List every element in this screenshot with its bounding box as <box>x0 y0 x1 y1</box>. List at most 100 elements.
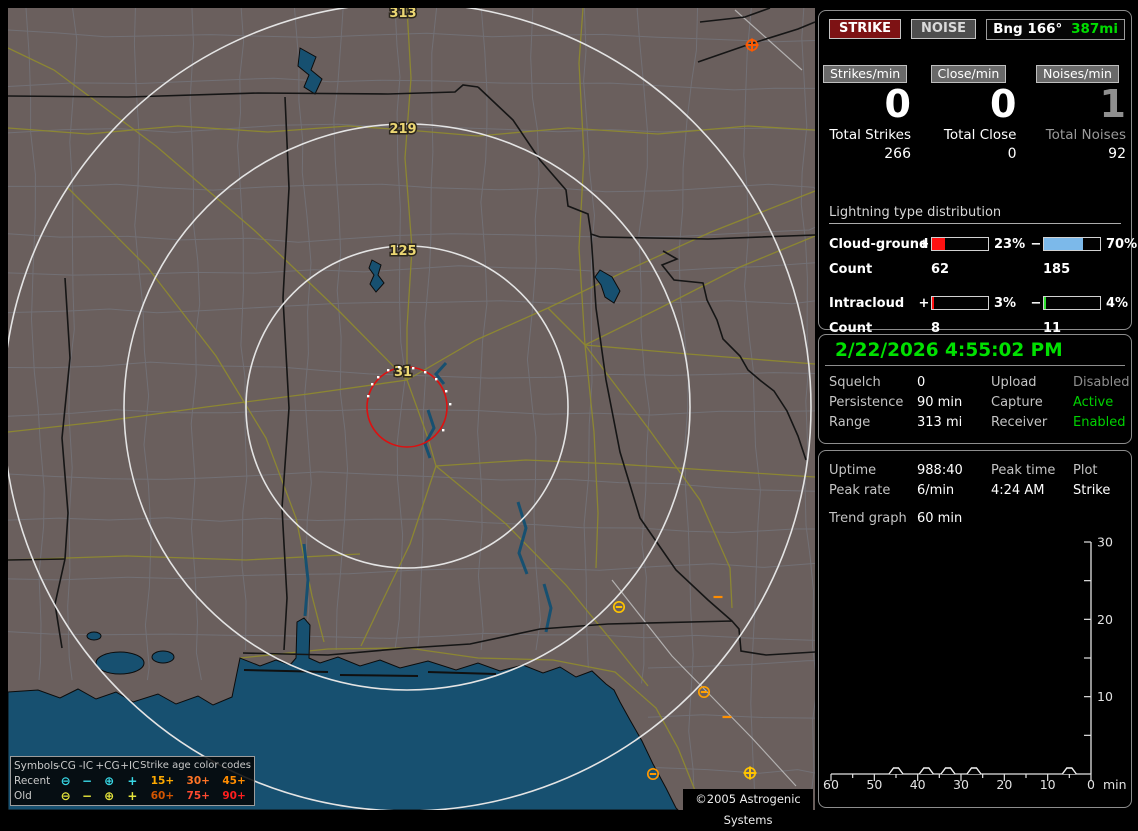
cloud-ground-label: Cloud-ground <box>829 236 929 252</box>
status-panel: 2/22/2026 4:55:02 PM Squelch 0 Upload Di… <box>818 334 1132 444</box>
strikes-counter: Strikes/min 0 Total Strikes 266 <box>823 65 911 162</box>
bearing-readout: Bng 166° 387mi <box>986 18 1125 40</box>
trend-spike <box>918 767 934 775</box>
trend-window-value: 60 min <box>917 511 963 526</box>
ic-plus-bar <box>931 296 989 310</box>
legend-old-label: Old <box>14 789 32 802</box>
strikes-per-min-label: Strikes/min <box>823 65 908 83</box>
cg-minus-bar <box>1043 237 1101 251</box>
uptime-label: Uptime <box>829 463 877 478</box>
legend-symbols-header: Symbols <box>14 759 59 772</box>
cg-plus-percent: 23% <box>994 236 1026 252</box>
datetime-display: 2/22/2026 4:55:02 PM <box>825 335 1125 366</box>
lake <box>95 651 145 675</box>
age-45: 45+ <box>222 774 246 787</box>
intracloud-label: Intracloud <box>829 295 905 311</box>
cloud-ground-count-row: Count 62 185 <box>829 259 1121 279</box>
svg-text:60: 60 <box>823 777 839 792</box>
noise-dot <box>449 403 452 406</box>
cg-plus-count: 62 <box>931 261 950 277</box>
svg-text:50: 50 <box>866 777 882 792</box>
legend-col-cg-pos: +CG <box>95 759 120 772</box>
ic-plus-bar-fill <box>932 297 934 309</box>
ring-label-313: 313 <box>389 8 416 21</box>
ic-minus-bar <box>1043 296 1101 310</box>
cg-minus-percent: 70% <box>1106 236 1138 252</box>
trend-panel: Uptime 988:40 Peak time Plot Peak rate 6… <box>818 450 1132 808</box>
noise-dot <box>412 367 415 370</box>
cg-pos-recent-icon: ⊕ <box>104 773 115 788</box>
upload-status: Disabled <box>1073 375 1130 390</box>
close-counter: Close/min 0 Total Close 0 <box>930 65 1017 162</box>
cg-minus-bar-fill <box>1044 238 1084 250</box>
noise-dot <box>377 376 380 379</box>
total-noises-value: 92 <box>1108 146 1126 162</box>
svg-text:40: 40 <box>910 777 926 792</box>
svg-text:0: 0 <box>1087 777 1095 792</box>
capture-label: Capture <box>991 395 1043 410</box>
intracloud-row: Intracloud + 3% − 4% <box>829 293 1128 313</box>
total-strikes-value: 266 <box>884 146 911 162</box>
upload-label: Upload <box>991 375 1037 390</box>
ic-neg-old-icon: − <box>81 788 92 803</box>
noise-dot <box>398 366 401 369</box>
trend-spike <box>940 767 956 775</box>
distribution-title: Lightning type distribution <box>829 205 1121 224</box>
noise-dot <box>442 429 445 432</box>
receiver-status: Enabled <box>1073 415 1126 430</box>
persistence-value: 90 min <box>917 395 963 410</box>
svg-text:min: min <box>1103 777 1127 792</box>
legend-col-cg-neg: -CG <box>56 759 76 772</box>
mode-row: STRIKE NOISE Bng 166° 387mi <box>829 18 1125 40</box>
legend-age-header: Strike age color codes <box>140 760 251 771</box>
ic-neg-recent-icon: − <box>81 773 92 788</box>
ic-minus-percent: 4% <box>1106 295 1129 311</box>
minus-sign: − <box>1030 295 1042 311</box>
peak-rate-value: 6/min <box>917 483 955 498</box>
lightning-map[interactable]: 313 219 125 31 <box>8 8 815 810</box>
cloud-ground-row: Cloud-ground + 23% − 70% <box>829 234 1137 254</box>
receiver-label: Receiver <box>991 415 1048 430</box>
status-grid: Squelch 0 Upload Disabled Persistence 90… <box>819 366 1131 433</box>
cg-neg-old-icon: ⊖ <box>60 788 71 803</box>
ic-pos-old-icon: + <box>127 788 138 803</box>
noise-dot <box>367 395 370 398</box>
cg-minus-count: 185 <box>1043 261 1071 277</box>
plus-sign: + <box>918 295 930 311</box>
bearing-distance: 387mi <box>1071 20 1118 37</box>
uptime-value: 988:40 <box>917 463 963 478</box>
strike-stats-panel: STRIKE NOISE Bng 166° 387mi Strikes/min … <box>818 10 1137 336</box>
noises-per-min-label: Noises/min <box>1036 65 1119 83</box>
total-noises-label: Total Noises <box>1045 127 1126 143</box>
ic-plus-percent: 3% <box>994 295 1017 311</box>
trend-window-row: Trend graph 60 min <box>819 509 1131 529</box>
age-90: 90+ <box>222 789 246 802</box>
svg-text:10: 10 <box>1040 777 1056 792</box>
peak-time-value: 4:24 AM <box>991 483 1045 498</box>
svg-text:20: 20 <box>1097 612 1113 627</box>
svg-text:20: 20 <box>996 777 1012 792</box>
minus-sign: − <box>1030 236 1042 252</box>
lake <box>151 650 175 664</box>
legend-old-row: Old ⊖ − ⊕ + 60+ 75+ 90+ <box>14 788 251 803</box>
cg-pos-old-icon: ⊕ <box>104 788 115 803</box>
noise-dot <box>435 378 438 381</box>
noise-dot <box>424 371 427 374</box>
cg-plus-bar-fill <box>932 238 945 250</box>
strikes-per-min-value: 0 <box>884 82 911 126</box>
trend-spike <box>888 767 904 775</box>
persistence-label: Persistence <box>829 395 904 410</box>
range-value: 313 mi <box>917 415 963 430</box>
legend-header-row: Symbols -CG -IC +CG +IC Strike age color… <box>14 758 251 773</box>
ring-label-125: 125 <box>389 244 416 259</box>
copyright-notice: ©2005 Astrogenic Systems <box>683 789 813 827</box>
plot-value: Strike <box>1073 483 1111 498</box>
noise-mode-button[interactable]: NOISE <box>911 19 977 39</box>
noise-dot <box>445 390 448 393</box>
trend-spike <box>966 767 982 775</box>
close-per-min-label: Close/min <box>930 65 1007 83</box>
plus-sign: + <box>918 236 930 252</box>
strike-mode-button[interactable]: STRIKE <box>829 19 902 39</box>
total-close-value: 0 <box>1007 146 1017 162</box>
age-15: 15+ <box>150 774 175 787</box>
